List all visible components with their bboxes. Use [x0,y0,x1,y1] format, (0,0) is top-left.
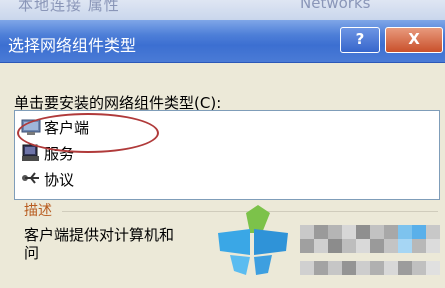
background-window-title-2: Networks [300,0,371,12]
dialog-title: 选择网络组件类型 [8,36,137,55]
list-item-protocol[interactable]: 协议 [21,167,74,191]
description-heading: 描述 [24,203,52,219]
dialog-titlebar[interactable]: 选择网络组件类型 ? X [0,20,445,63]
service-icon [21,144,41,162]
background-window-title: 本地连接 属性 [18,0,120,14]
help-button[interactable]: ? [340,27,380,53]
list-item-service[interactable]: 服务 [21,141,74,165]
close-button[interactable]: X [385,27,443,53]
client-computer-icon [21,118,41,136]
list-item-label: 客户端 [44,118,90,137]
list-item-label: 协议 [44,170,75,189]
watermark-logo [210,205,445,284]
list-item-client[interactable]: 客户端 [21,115,89,139]
component-type-list[interactable]: 客户端 服务 协议 [14,110,440,200]
background-window-titlebar: 本地连接 属性 Networks [0,0,445,20]
protocol-icon [21,170,41,188]
list-item-label: 服务 [44,144,75,163]
